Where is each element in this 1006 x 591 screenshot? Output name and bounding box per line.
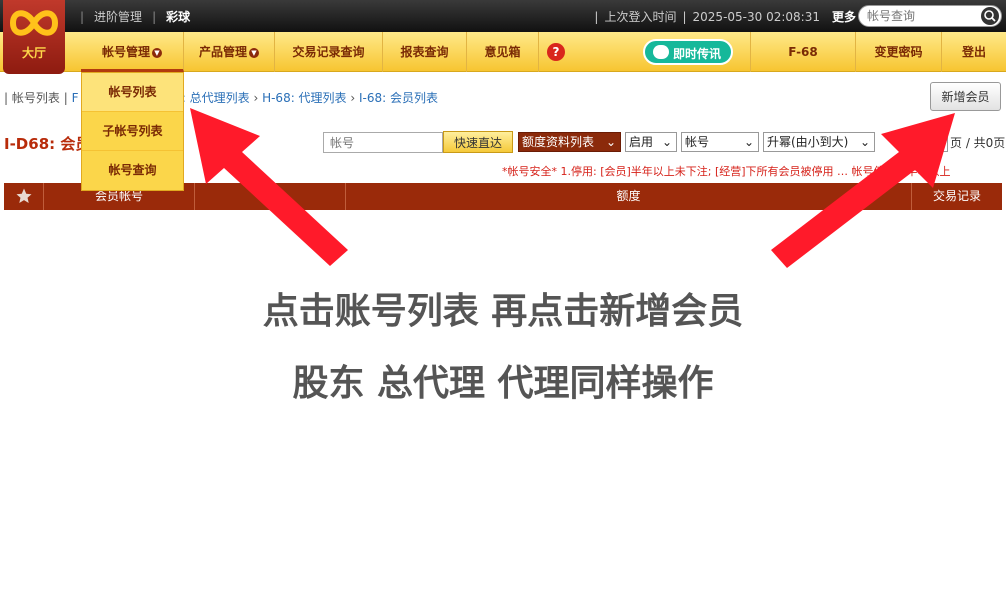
dropdown-account-list[interactable]: 帐号列表 (82, 73, 183, 112)
nav-transaction-records[interactable]: 交易记录查询 (275, 32, 383, 72)
favorite-column[interactable] (4, 183, 44, 210)
arrow-to-account-list-icon (190, 108, 348, 266)
login-info: | 上次登入时间 | 2025-05-30 02:08:31 更多 (594, 8, 856, 25)
chat-bubble-icon (653, 45, 669, 59)
arrow-to-add-member-icon (771, 113, 955, 268)
last-login-label: 上次登入时间 (604, 10, 677, 24)
nav-reports[interactable]: 报表查询 (383, 32, 467, 72)
last-login-time: 2025-05-30 02:08:31 (692, 9, 820, 24)
chevron-down-icon: ⌄ (743, 135, 754, 149)
infinity-logo-icon (9, 10, 59, 36)
quota-list-select[interactable]: 额度资料列表 ⌄ (518, 132, 621, 152)
breadcrumb-member-list[interactable]: I-68: 会员列表 (359, 91, 438, 105)
instruction-line-1: 点击账号列表 再点击新增会员 (262, 290, 744, 332)
top-bar: | 进阶管理 | 彩球 | 上次登入时间 | 2025-05-30 02:08:… (0, 0, 1006, 32)
top-menu-advanced[interactable]: 进阶管理 (94, 8, 142, 25)
chevron-down-icon: ▼ (249, 47, 259, 58)
nav-logout[interactable]: 登出 (942, 32, 1006, 72)
nav-feedback[interactable]: 意见箱 (467, 32, 539, 72)
account-management-dropdown: 帐号列表 子帐号列表 帐号查询 (81, 72, 184, 191)
top-menu: | 进阶管理 | 彩球 (80, 8, 191, 25)
chevron-down-icon: ⌄ (605, 135, 616, 149)
breadcrumb-root[interactable]: 帐号列表 (12, 91, 60, 105)
lobby-logo[interactable]: 大厅 (3, 0, 65, 74)
dropdown-sub-account-list[interactable]: 子帐号列表 (82, 112, 183, 151)
star-icon (16, 188, 31, 203)
help-icon: ? (547, 43, 565, 61)
instant-message-button[interactable]: 即时传讯 (643, 39, 733, 65)
search-icon[interactable] (981, 7, 999, 25)
main-nav: 帐号管理 ▼ 产品管理 ▼ 交易记录查询 报表查询 意见箱 ? 即时传讯 F-68 … (0, 32, 1006, 72)
breadcrumb-prefix[interactable]: F (72, 91, 79, 105)
top-menu-lottery[interactable]: 彩球 (166, 8, 190, 25)
page-title: I-D68: 会员 (4, 135, 91, 153)
nav-user-id: F-68 (750, 32, 856, 72)
add-member-button[interactable]: 新增会员 (930, 82, 1001, 111)
lobby-label: 大厅 (21, 46, 46, 60)
more-link[interactable]: 更多 (832, 8, 856, 25)
nav-account-management[interactable]: 帐号管理 ▼ (81, 32, 184, 72)
dropdown-account-query[interactable]: 帐号查询 (82, 151, 183, 190)
chevron-down-icon: ⌄ (661, 135, 672, 149)
nav-product-management[interactable]: 产品管理 ▼ (184, 32, 275, 72)
chevron-down-icon: ▼ (152, 47, 162, 58)
account-search-input[interactable] (867, 6, 977, 26)
nav-help[interactable]: ? (539, 32, 573, 72)
field-select[interactable]: 帐号 ⌄ (681, 132, 759, 152)
account-search (858, 5, 1002, 27)
instruction-line-2: 股东 总代理 代理同样操作 (292, 362, 714, 404)
quick-search-button[interactable]: 快速直达 (443, 131, 513, 153)
nav-change-password[interactable]: 变更密码 (856, 32, 942, 72)
status-select[interactable]: 启用 ⌄ (625, 132, 677, 152)
